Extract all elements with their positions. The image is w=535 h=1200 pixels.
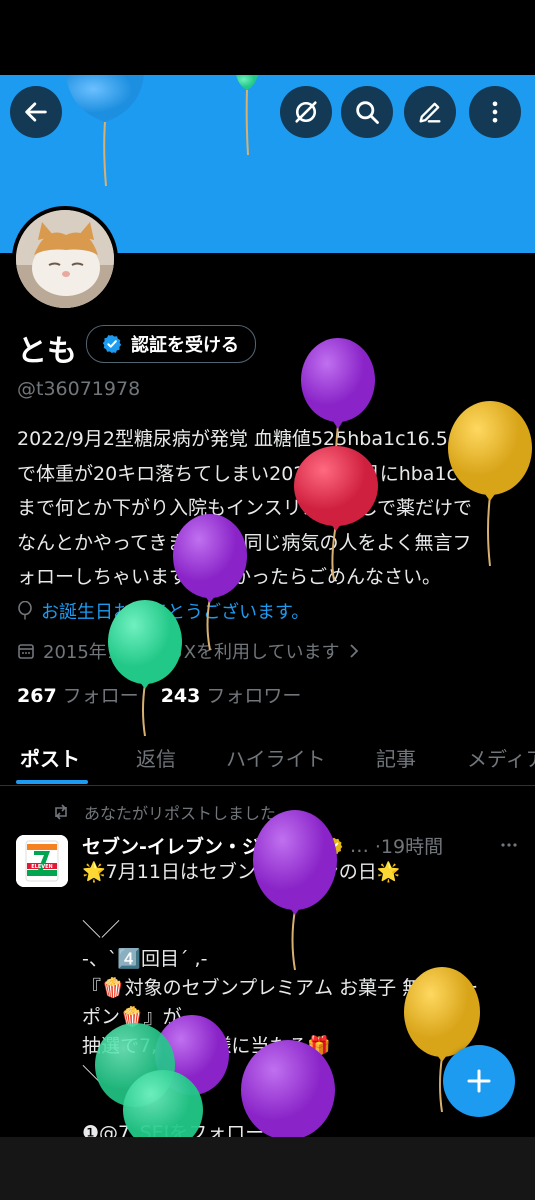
joined-text: 2015年10月からXを利用しています: [43, 642, 340, 663]
birthday-row: お誕生日おめでとうございます。: [17, 598, 309, 624]
seven-eleven-logo: ELEVEN: [16, 835, 68, 887]
tab-highlights[interactable]: ハイライト: [226, 743, 326, 772]
search-button[interactable]: [341, 86, 393, 138]
edit-icon: [419, 102, 441, 123]
profile-tabs: ポスト 返信 ハイライト 記事 メディア: [0, 735, 535, 786]
followers-link[interactable]: 243 フォロワー: [161, 681, 302, 708]
get-verified-button[interactable]: 認証を受ける: [86, 325, 256, 363]
search-icon: [356, 101, 379, 124]
compose-button[interactable]: [443, 1045, 515, 1117]
tab-posts[interactable]: ポスト: [20, 743, 80, 772]
more-horizontal-icon: [501, 843, 517, 847]
follow-stats: 267 フォロー 243 フォロワー: [17, 681, 301, 708]
post-text: 🌟7月11日はセブン‐イレブンの日🌟 ＼／ -、`4️⃣回目´ ,- 『🍿対象の…: [82, 861, 479, 1173]
more-button[interactable]: [469, 86, 521, 138]
mute-button[interactable]: [280, 86, 332, 138]
following-count: 267: [17, 685, 57, 707]
tab-media[interactable]: メディア: [467, 743, 535, 772]
svg-text:ELEVEN: ELEVEN: [31, 864, 53, 870]
repost-icon: [55, 804, 67, 820]
bio-line: ォローしちゃいます ウザかったらごめんなさい。: [17, 566, 442, 588]
verified-badge-icon: [102, 334, 122, 354]
joined-row[interactable]: 2015年10月からXを利用しています: [17, 638, 360, 664]
followers-count: 243: [160, 685, 201, 707]
active-tab-indicator: [16, 780, 88, 784]
chevron-right-icon: [349, 644, 358, 658]
eye-slash-icon: [295, 101, 317, 123]
followers-label: フォロワー: [206, 685, 302, 707]
post-author-avatar[interactable]: ELEVEN: [16, 835, 68, 887]
bio-line: なんとかやってきました。同じ病気の人をよく無言フ: [17, 531, 472, 554]
post-header: セブン‐イレブン・ジャパン … ·19時間: [82, 832, 443, 859]
arrow-left-icon: [25, 102, 47, 122]
bottom-navigation-bar: [0, 1137, 535, 1200]
status-bar: [0, 0, 535, 75]
bio-line: 2022/9月2型糖尿病が発覚 血糖値525hba1c16.5 1ヶ月: [17, 428, 504, 450]
more-vertical-icon: [492, 101, 498, 123]
following-label: フォロー: [62, 685, 139, 707]
get-verified-label: 認証を受ける: [131, 335, 239, 356]
tab-replies[interactable]: 返信: [136, 743, 176, 772]
plus-icon: [467, 1069, 491, 1093]
calendar-icon: [18, 644, 34, 659]
balloon-icon: [18, 601, 32, 620]
back-button[interactable]: [10, 86, 62, 138]
bio-line: まで何とか下がり入院もインスリンも無しで薬だけで: [17, 497, 473, 519]
profile-bio: 2022/9月2型糖尿病が発覚 血糖値525hba1c16.5 1ヶ月 で体重が…: [17, 422, 522, 595]
tab-articles[interactable]: 記事: [376, 743, 416, 772]
avatar[interactable]: [12, 206, 118, 312]
profile-handle: @t36071978: [17, 378, 141, 400]
post-time[interactable]: ·19時間: [375, 832, 443, 859]
post-more-button[interactable]: [500, 836, 518, 859]
edit-button[interactable]: [404, 86, 456, 138]
bio-line: で体重が20キロ落ちてしまい2022／12月にhba1c6.5: [17, 462, 488, 485]
cat-photo: [16, 210, 114, 308]
post-author-name[interactable]: セブン‐イレブン・ジャパン: [82, 832, 318, 859]
repost-indicator: あなたがリポストしました: [52, 800, 276, 824]
birthday-text[interactable]: お誕生日おめでとうございます。: [41, 598, 309, 624]
repost-label: あなたがリポストしました: [84, 804, 277, 823]
following-link[interactable]: 267 フォロー: [17, 681, 139, 708]
post-author-truncation: …: [349, 834, 369, 857]
profile-name: とも: [17, 334, 77, 369]
gold-verified-badge-icon: [325, 837, 343, 854]
